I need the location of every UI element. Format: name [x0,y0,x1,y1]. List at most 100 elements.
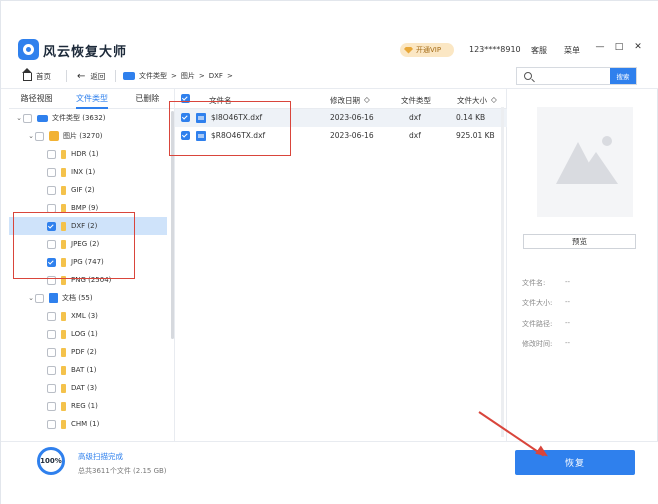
tree-item-label: XML (3) [71,312,98,320]
tab-path-view[interactable]: 路径视图 [9,89,64,108]
cell-date: 2023-06-16 [330,113,374,122]
tree-item[interactable]: BAT (1) [9,361,167,379]
cell-type: dxf [409,131,421,140]
tree-checkbox[interactable] [47,383,56,393]
breadcrumb-item[interactable]: 文件类型 [139,71,167,81]
tree-item[interactable]: PDF (2) [9,343,167,361]
meta-label: 文件路径: [522,320,553,328]
preview-button[interactable]: 预览 [523,234,636,249]
drive-icon [123,72,135,80]
tab-deleted[interactable]: 已删除 [120,89,175,108]
column-date[interactable]: 修改日期 [330,95,360,106]
folder-icon [61,383,66,393]
close-button[interactable]: ✕ [632,41,644,53]
folder-icon [61,401,66,411]
tree-checkbox[interactable] [47,365,56,375]
cell-size: 0.14 KB [456,113,486,122]
tree-item[interactable]: GIF (2) [9,181,167,199]
home-icon [22,67,32,81]
tree-item-label: 文件类型 (3632) [52,114,106,122]
tree-checkbox[interactable] [47,149,56,159]
chevron-down-icon[interactable]: ⌄ [27,132,35,140]
tree-item-label: 文档 (55) [62,294,93,302]
tree-checkbox[interactable] [47,311,56,321]
maximize-button[interactable]: □ [613,41,625,53]
annotation-box [13,212,135,279]
meta-value: -- [565,298,571,306]
tree-checkbox[interactable] [23,113,32,123]
tree-item[interactable]: XML (3) [9,307,167,325]
support-link[interactable]: 客服 [531,45,547,56]
tree-item[interactable]: HDR (1) [9,145,167,163]
column-type[interactable]: 文件类型 [401,95,431,106]
tree-item[interactable]: ⌄ 图片 (3270) [9,127,167,145]
view-tabs: 路径视图 文件类型 已删除 [9,89,175,109]
tree-item-label: BAT (1) [71,366,97,374]
folder-icon [61,311,66,321]
cell-size: 925.01 KB [456,131,495,140]
tree-item[interactable]: LOG (1) [9,325,167,343]
disk-icon [37,114,48,122]
chevron-down-icon[interactable]: ⌄ [15,114,23,122]
tree-item[interactable]: REG (1) [9,397,167,415]
tree-item-label: BMP (9) [71,204,99,212]
divider [66,70,67,82]
tab-file-type[interactable]: 文件类型 [64,89,119,109]
search-box[interactable]: 搜索 [516,67,637,85]
folder-icon [61,347,66,357]
title-bar: 风云恢复大师 开通VIP 123****8910 客服 菜单 — □ ✕ [1,1,658,63]
sort-icon[interactable]: ◇ [491,95,497,104]
tree-item[interactable]: ⌄ 文档 (55) [9,289,167,307]
meta-value: -- [565,339,571,347]
tree-checkbox[interactable] [35,131,44,141]
document-icon [49,293,58,303]
tree-item[interactable]: INX (1) [9,163,167,181]
recover-button[interactable]: 恢复 [515,450,635,475]
meta-value: -- [565,319,571,327]
progress-text: 100% [40,457,62,465]
breadcrumb: 文件类型 > 图片 > DXF > [123,71,233,81]
breadcrumb-item[interactable]: DXF [209,72,223,80]
tree-item-label: INX (1) [71,168,96,176]
tree-checkbox[interactable] [47,167,56,177]
search-icon [524,72,532,80]
search-button[interactable]: 搜索 [610,68,636,84]
account-name[interactable]: 123****8910 [469,45,521,54]
tree-checkbox[interactable] [47,419,56,429]
vip-button[interactable]: 开通VIP [400,43,454,57]
tree-checkbox[interactable] [47,401,56,411]
column-size[interactable]: 文件大小 [457,95,487,106]
vip-label: 开通VIP [416,46,442,54]
tree-checkbox[interactable] [47,185,56,195]
list-scrollbar[interactable] [501,107,504,437]
tree-item-label: CHM (1) [71,420,100,428]
app-window: 风云恢复大师 开通VIP 123****8910 客服 菜单 — □ ✕ 首页 … [0,0,658,504]
breadcrumb-item[interactable]: 图片 [181,71,195,81]
tree-item-label: DAT (3) [71,384,97,392]
minimize-button[interactable]: — [594,41,606,53]
chevron-down-icon[interactable]: ⌄ [27,294,35,302]
tree-item-label: GIF (2) [71,186,95,194]
tree-item-label: REG (1) [71,402,98,410]
scan-summary: 总共3611个文件 (2.15 GB) [78,467,167,475]
breadcrumb-separator: > [226,72,233,80]
meta-value: -- [565,278,571,286]
breadcrumb-separator: > [171,72,177,80]
tree-item[interactable]: CHM (1) [9,415,167,433]
tree-checkbox[interactable] [35,293,44,303]
tree-checkbox[interactable] [47,329,56,339]
divider [115,70,116,82]
home-button[interactable]: 首页 [22,67,51,82]
image-placeholder-icon [550,132,620,192]
back-button[interactable]: ← 返回 [77,71,105,82]
menu-link[interactable]: 菜单 [564,45,580,56]
app-logo-icon [18,39,39,60]
progress-ring: 100% [37,447,65,475]
tree-checkbox[interactable] [47,347,56,357]
preview-placeholder [537,107,633,217]
tree-item[interactable]: ⌄ 文件类型 (3632) [9,109,167,127]
sort-icon[interactable]: ◇ [364,95,370,104]
tree-item[interactable]: DAT (3) [9,379,167,397]
preview-pane: 预览 文件名: -- 文件大小: -- 文件路径: -- 修改时间: -- [507,89,657,441]
annotation-box [169,101,291,156]
